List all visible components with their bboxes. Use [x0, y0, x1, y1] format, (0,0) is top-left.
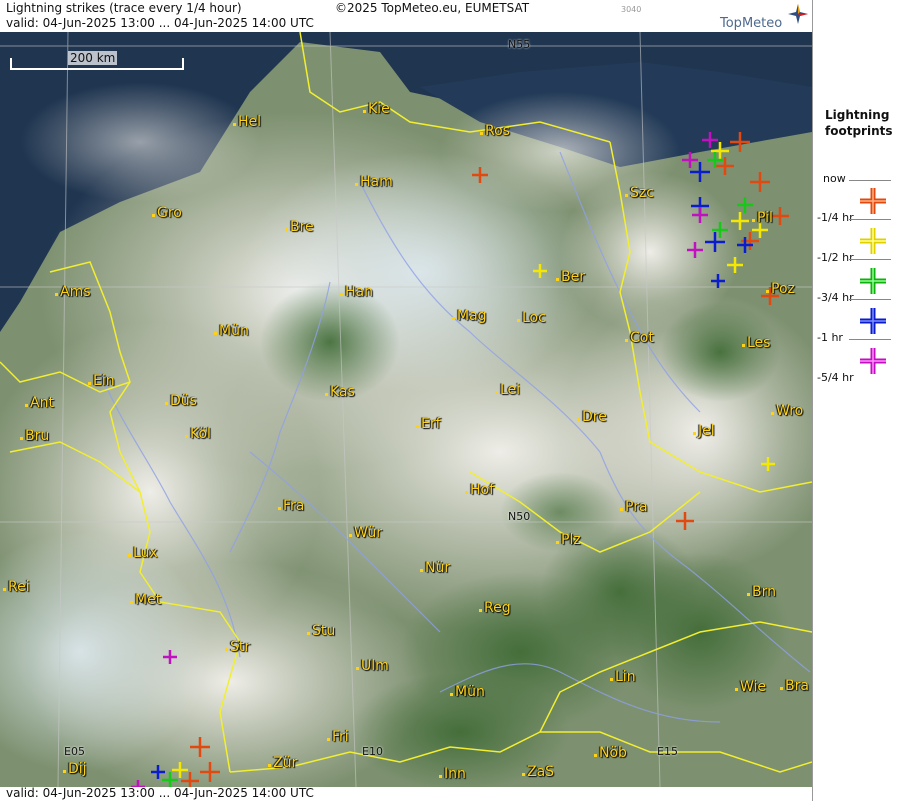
coord-n55: N55: [508, 38, 531, 51]
legend-label: -1 hr: [817, 331, 843, 344]
city-label: Köl: [185, 426, 211, 442]
coord-e10: E10: [362, 745, 383, 758]
city-label: Ein: [88, 373, 115, 389]
city-label: Bru: [19, 428, 50, 444]
city-label: Fra: [277, 498, 305, 514]
city-label: Ant: [25, 395, 54, 411]
city-label: Lin: [610, 669, 636, 685]
city-label: Wür: [349, 525, 382, 541]
city-label: Reg: [479, 600, 511, 616]
legend-divider: [849, 259, 891, 260]
city-label: Nöb: [594, 745, 627, 761]
city-label: Erf: [416, 416, 441, 432]
city-label: Dij: [63, 761, 87, 777]
city-label: Pil: [752, 210, 773, 226]
city-label: Mag: [452, 308, 487, 324]
legend-label: -1/4 hr: [817, 211, 854, 224]
valid-time-bottom: valid: 04-Jun-2025 13:00 ... 04-Jun-2025…: [6, 786, 314, 800]
city-label: Mün: [450, 684, 485, 700]
map-title: Lightning strikes (trace every 1/4 hour): [6, 1, 242, 15]
city-label: Fri: [327, 729, 349, 745]
city-label: Düs: [165, 393, 197, 409]
legend-divider: [849, 219, 891, 220]
valid-time-top: valid: 04-Jun-2025 13:00 ... 04-Jun-2025…: [6, 16, 314, 30]
coord-e15: E15: [657, 745, 678, 758]
legend-divider: [849, 180, 891, 181]
strike-marker-icon: [860, 228, 886, 254]
city-label: Kas: [325, 384, 355, 400]
city-label: Wro: [770, 403, 804, 419]
map-canvas: [0, 32, 812, 787]
legend-label-now: now: [823, 172, 846, 185]
city-label: Wie: [734, 679, 767, 695]
city-label: Met: [129, 592, 162, 608]
legend-label: -3/4 hr: [817, 291, 854, 304]
city-label: Szc: [625, 185, 654, 201]
copyright: ©2025 TopMeteo.eu, EUMETSAT: [335, 1, 530, 15]
legend-panel: Lightning footprints now -1/4 hr -1/2 hr…: [812, 0, 904, 801]
city-label: Ham: [355, 174, 393, 190]
city-label: Gro: [152, 205, 182, 221]
city-label: Mün: [214, 323, 249, 339]
city-label: Hel: [232, 114, 262, 130]
city-label: Ulm: [356, 658, 389, 674]
city-label: Bre: [285, 219, 314, 235]
footer-bar: valid: 04-Jun-2025 13:00 ... 04-Jun-2025…: [0, 786, 812, 801]
strike-marker-icon: [860, 268, 886, 294]
logo-text: TopMeteo: [720, 16, 783, 31]
city-label: Pra: [620, 499, 648, 515]
city-label: Brn: [747, 584, 776, 600]
legend-title: Lightning footprints: [825, 107, 893, 139]
city-label: Zür: [267, 755, 298, 771]
compass-star-icon: [788, 4, 808, 24]
scale-label: 200 km: [68, 51, 118, 65]
city-label: Stu: [306, 623, 336, 639]
legend-divider: [849, 299, 891, 300]
city-label: Ber: [556, 269, 585, 285]
coord-n50: N50: [508, 510, 531, 523]
strike-marker-icon: [860, 188, 886, 214]
city-label: Cot: [625, 330, 654, 346]
city-label: Str: [224, 639, 251, 655]
legend-label: -1/2 hr: [817, 251, 854, 264]
city-label: Poz: [766, 281, 795, 297]
image-code: 3040: [621, 5, 642, 14]
city-label: Les: [741, 335, 771, 351]
topmeteo-logo[interactable]: TopMeteo: [716, 4, 808, 32]
legend-divider: [849, 339, 891, 340]
city-label: ZaS: [521, 764, 555, 780]
city-label: Lux: [128, 545, 158, 561]
legend-title-line1: Lightning: [825, 108, 890, 122]
city-label: Dre: [577, 409, 607, 425]
city-label: Inn: [439, 766, 466, 782]
city-label: Plz: [556, 532, 581, 548]
city-label: Rei: [3, 579, 30, 595]
legend-label: -5/4 hr: [817, 371, 854, 384]
strike-marker-icon: [860, 348, 886, 374]
city-label: Kie: [363, 101, 390, 117]
coord-e05: E05: [64, 745, 85, 758]
city-label: Loc: [517, 310, 546, 326]
legend-title-line2: footprints: [825, 124, 893, 138]
city-label: Ros: [480, 123, 510, 139]
strike-marker-icon: [860, 308, 886, 334]
city-label: Ams: [55, 284, 91, 300]
city-label: Han: [340, 284, 373, 300]
header-bar: Lightning strikes (trace every 1/4 hour)…: [0, 0, 812, 32]
city-label: Bra: [780, 678, 809, 694]
satellite-map[interactable]: 200 km N55 N50 E05 E10 E15 Hel Kie Ros H…: [0, 32, 812, 787]
city-label: Hof: [464, 482, 495, 498]
city-label: Jel: [693, 423, 715, 439]
city-label: Nür: [419, 560, 451, 576]
city-label: Lei: [494, 382, 521, 398]
